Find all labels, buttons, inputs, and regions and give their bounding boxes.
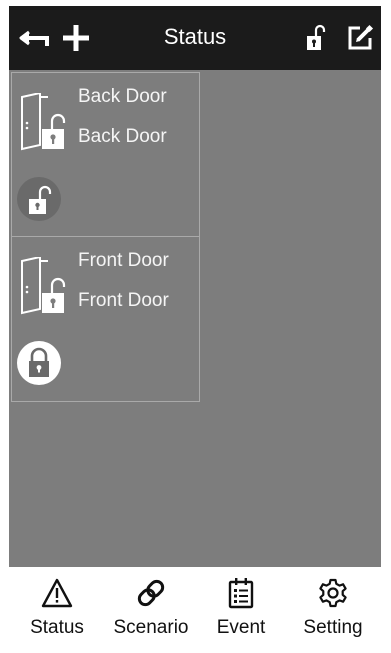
edit-icon[interactable]: [346, 24, 374, 52]
calendar-list-icon: [228, 578, 254, 609]
warning-icon: [41, 578, 73, 608]
tab-setting[interactable]: Setting: [285, 567, 381, 648]
tab-label: Scenario: [113, 617, 189, 638]
locked-padlock-icon: [29, 347, 49, 377]
tab-event[interactable]: Event: [197, 567, 285, 648]
tab-label: Status: [30, 617, 84, 638]
unlock-toggle-button[interactable]: [17, 177, 61, 221]
lock-card-back-door[interactable]: Back Door Back Door: [11, 72, 200, 238]
lock-subname: Front Door: [78, 290, 169, 311]
door-lock-icon: [21, 93, 66, 151]
lock-list: Back Door Back Door Front Door Front Doo…: [9, 70, 381, 567]
bottom-tab-bar: Status Scenario Event Setting: [9, 567, 381, 648]
tab-status[interactable]: Status: [9, 567, 105, 648]
app-screen: Status Back Door Back Door Front Door Fr…: [9, 6, 381, 648]
unlocked-padlock-icon: [29, 185, 52, 214]
lock-name: Front Door: [78, 250, 169, 271]
link-icon: [137, 579, 165, 607]
tab-label: Setting: [303, 617, 363, 638]
lock-subname: Back Door: [78, 126, 167, 147]
tab-scenario[interactable]: Scenario: [105, 567, 197, 648]
unlock-all-icon[interactable]: [305, 24, 327, 52]
lock-name: Back Door: [78, 86, 167, 107]
door-lock-icon: [21, 257, 66, 315]
lock-toggle-button[interactable]: [17, 341, 61, 385]
top-bar: Status: [9, 6, 381, 70]
lock-card-front-door[interactable]: Front Door Front Door: [11, 236, 200, 402]
tab-label: Event: [216, 617, 266, 638]
gear-icon: [319, 578, 347, 608]
